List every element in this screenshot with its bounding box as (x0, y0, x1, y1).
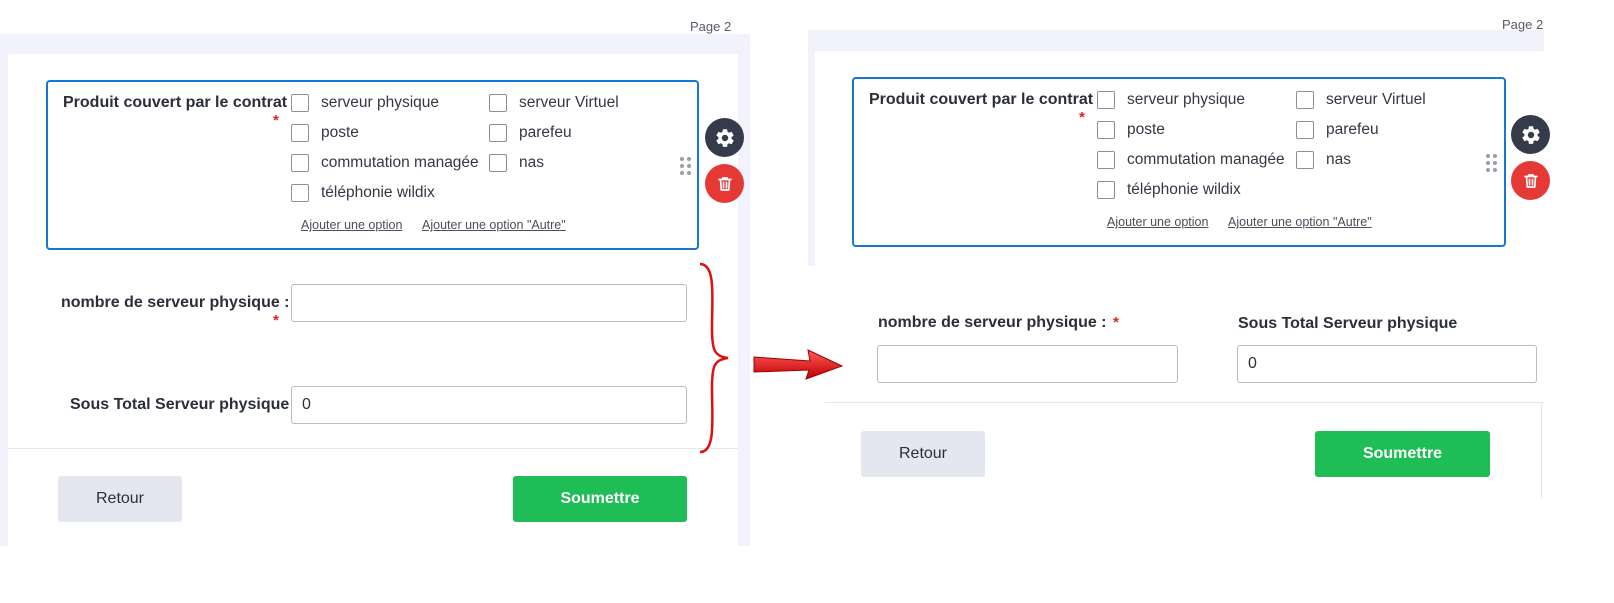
option-serveur-physique[interactable]: serveur physique (291, 94, 439, 112)
field-count-label: nombre de serveur physique : (878, 314, 1107, 331)
option-telephonie-wildix[interactable]: téléphonie wildix (1097, 181, 1241, 199)
drag-handle-icon[interactable] (1486, 154, 1497, 172)
option-poste[interactable]: poste (1097, 121, 1165, 139)
checkbox[interactable] (1296, 91, 1314, 109)
field-count-input[interactable] (291, 284, 687, 322)
checkbox[interactable] (1296, 151, 1314, 169)
option-poste[interactable]: poste (291, 124, 359, 142)
gear-icon (1521, 125, 1540, 144)
option-telephonie-wildix[interactable]: téléphonie wildix (291, 184, 435, 202)
required-mark: * (273, 112, 279, 129)
option-commutation-managee[interactable]: commutation managée (1097, 151, 1285, 169)
required-mark: * (273, 312, 279, 329)
option-label: parefeu (1326, 121, 1379, 138)
field-subtotal-label: Sous Total Serveur physique (1238, 315, 1458, 332)
option-serveur-virtuel[interactable]: serveur Virtuel (489, 94, 619, 112)
divider (8, 448, 738, 449)
required-mark: * (1079, 109, 1085, 126)
divider (1541, 402, 1542, 498)
checkbox[interactable] (489, 154, 507, 172)
add-other-option-link[interactable]: Ajouter une option "Autre" (1228, 215, 1372, 229)
option-commutation-managee[interactable]: commutation managée (291, 154, 479, 172)
option-label: nas (519, 154, 544, 171)
settings-button[interactable] (705, 118, 744, 157)
option-label: poste (321, 124, 359, 141)
back-button[interactable]: Retour (861, 431, 985, 477)
option-nas[interactable]: nas (489, 154, 544, 172)
required-mark: * (1113, 314, 1119, 331)
option-label: serveur Virtuel (519, 94, 619, 111)
option-label: serveur physique (1127, 91, 1246, 108)
option-label: téléphonie wildix (1127, 181, 1241, 198)
checkbox[interactable] (1296, 121, 1314, 139)
add-option-link[interactable]: Ajouter une option (301, 218, 402, 232)
trash-icon (717, 176, 732, 191)
option-label: nas (1326, 151, 1351, 168)
add-other-option-link[interactable]: Ajouter une option "Autre" (422, 218, 566, 232)
back-button[interactable]: Retour (58, 476, 182, 522)
field-count-input[interactable] (877, 345, 1178, 383)
delete-button[interactable] (1511, 161, 1550, 200)
option-label: téléphonie wildix (321, 184, 435, 201)
field-count-label: nombre de serveur physique : (61, 294, 290, 311)
add-option-link[interactable]: Ajouter une option (1107, 215, 1208, 229)
question-label: Produit couvert par le contrat (869, 91, 1094, 108)
checkbox[interactable] (489, 124, 507, 142)
option-parefeu[interactable]: parefeu (489, 124, 572, 142)
checkbox[interactable] (1097, 121, 1115, 139)
page-label: Page 2 (1502, 20, 1544, 32)
option-label: commutation managée (1127, 151, 1285, 168)
field-subtotal-label: Sous Total Serveur physique (70, 396, 290, 413)
checkbox[interactable] (291, 124, 309, 142)
red-arrow-icon (753, 349, 844, 380)
page-label: Page 2 (690, 22, 732, 34)
checkbox[interactable] (1097, 151, 1115, 169)
field-subtotal-input[interactable]: 0 (1237, 345, 1537, 383)
field-subtotal-input[interactable]: 0 (291, 386, 687, 424)
checkbox[interactable] (489, 94, 507, 112)
option-parefeu[interactable]: parefeu (1296, 121, 1379, 139)
option-label: serveur physique (321, 94, 440, 111)
gear-icon (715, 128, 734, 147)
question-label: Produit couvert par le contrat (63, 94, 288, 111)
option-label: parefeu (519, 124, 572, 141)
settings-button[interactable] (1511, 115, 1550, 154)
checkbox[interactable] (1097, 181, 1115, 199)
option-label: commutation managée (321, 154, 479, 171)
submit-button[interactable]: Soumettre (513, 476, 687, 522)
submit-button[interactable]: Soumettre (1315, 431, 1490, 477)
option-label: poste (1127, 121, 1165, 138)
checkbox[interactable] (291, 154, 309, 172)
option-serveur-virtuel[interactable]: serveur Virtuel (1296, 91, 1426, 109)
checkbox[interactable] (291, 184, 309, 202)
checkbox[interactable] (1097, 91, 1115, 109)
drag-handle-icon[interactable] (680, 157, 691, 175)
trash-icon (1523, 173, 1538, 188)
curly-brace-icon (699, 262, 729, 454)
option-nas[interactable]: nas (1296, 151, 1351, 169)
option-serveur-physique[interactable]: serveur physique (1097, 91, 1245, 109)
delete-button[interactable] (705, 164, 744, 203)
divider (825, 402, 1545, 403)
checkbox[interactable] (291, 94, 309, 112)
option-label: serveur Virtuel (1326, 91, 1426, 108)
